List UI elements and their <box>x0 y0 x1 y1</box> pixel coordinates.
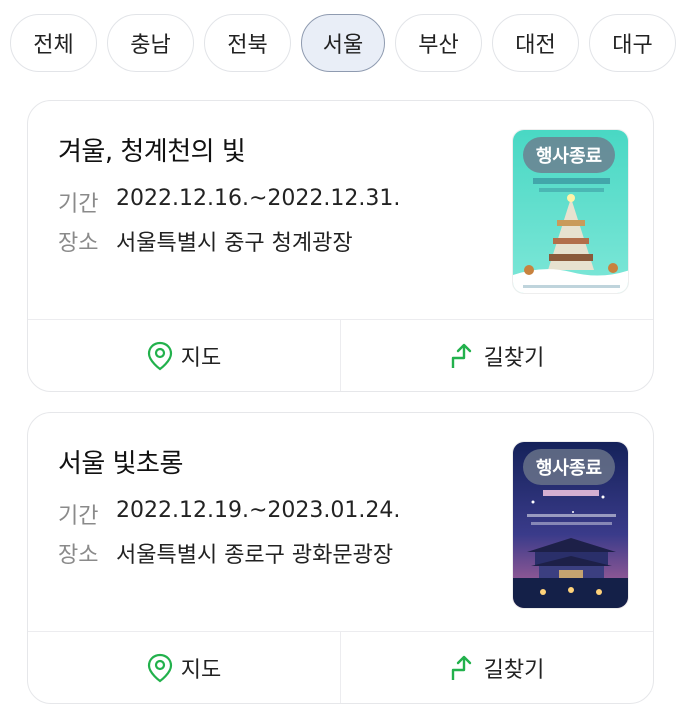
event-poster-image[interactable]: 행사종료 <box>512 129 629 294</box>
event-period-row: 기간 2022.12.19.~2023.01.24. <box>58 498 400 530</box>
map-label: 지도 <box>180 657 222 683</box>
venue-label: 장소 <box>58 543 99 568</box>
event-title: 서울 빛초롱 <box>58 449 183 479</box>
event-card[interactable]: 겨울, 청계천의 빛 기간 2022.12.16.~2022.12.31. 장소… <box>27 100 654 392</box>
event-poster-image[interactable]: 행사종료 <box>512 441 629 609</box>
venue-value: 서울특별시 중구 청계광장 <box>116 231 353 256</box>
directions-arrow-icon <box>451 343 471 368</box>
card-actions: 지도 길찾기 <box>28 319 653 391</box>
period-label: 기간 <box>58 192 99 217</box>
chip-daegu[interactable]: 대구 <box>589 14 676 72</box>
directions-label: 길찾기 <box>483 345 545 371</box>
map-button[interactable]: 지도 <box>28 320 340 391</box>
venue-label: 장소 <box>58 231 99 256</box>
directions-arrow-icon <box>451 655 471 680</box>
directions-button[interactable]: 길찾기 <box>340 320 653 391</box>
period-value: 2022.12.16.~2022.12.31. <box>116 186 401 211</box>
event-ended-badge: 행사종료 <box>523 137 615 173</box>
chip-chungnam[interactable]: 충남 <box>107 14 194 72</box>
venue-value: 서울특별시 종로구 광화문광장 <box>116 543 394 568</box>
directions-label: 길찾기 <box>483 657 545 683</box>
period-value: 2022.12.19.~2023.01.24. <box>116 498 401 523</box>
event-card[interactable]: 서울 빛초롱 기간 2022.12.19.~2023.01.24. 장소 서울특… <box>27 412 654 704</box>
event-ended-badge: 행사종료 <box>523 449 615 485</box>
map-pin-icon <box>147 341 172 370</box>
chip-jeonbuk[interactable]: 전북 <box>204 14 291 72</box>
chip-all[interactable]: 전체 <box>10 14 97 72</box>
card-actions: 지도 길찾기 <box>28 631 653 703</box>
directions-button[interactable]: 길찾기 <box>340 632 653 703</box>
event-period-row: 기간 2022.12.16.~2022.12.31. <box>58 186 400 218</box>
chip-busan[interactable]: 부산 <box>395 14 482 72</box>
event-venue-row: 장소 서울특별시 중구 청계광장 <box>58 225 353 257</box>
map-pin-icon <box>147 653 172 682</box>
period-label: 기간 <box>58 504 99 529</box>
map-label: 지도 <box>180 345 222 371</box>
event-title: 겨울, 청계천의 빛 <box>58 137 246 167</box>
map-button[interactable]: 지도 <box>28 632 340 703</box>
event-venue-row: 장소 서울특별시 종로구 광화문광장 <box>58 537 393 569</box>
chip-seoul[interactable]: 서울 <box>301 14 385 72</box>
chip-daejeon[interactable]: 대전 <box>492 14 579 72</box>
region-filter-bar: 전체 충남 전북 서울 부산 대전 대구 <box>10 14 680 74</box>
